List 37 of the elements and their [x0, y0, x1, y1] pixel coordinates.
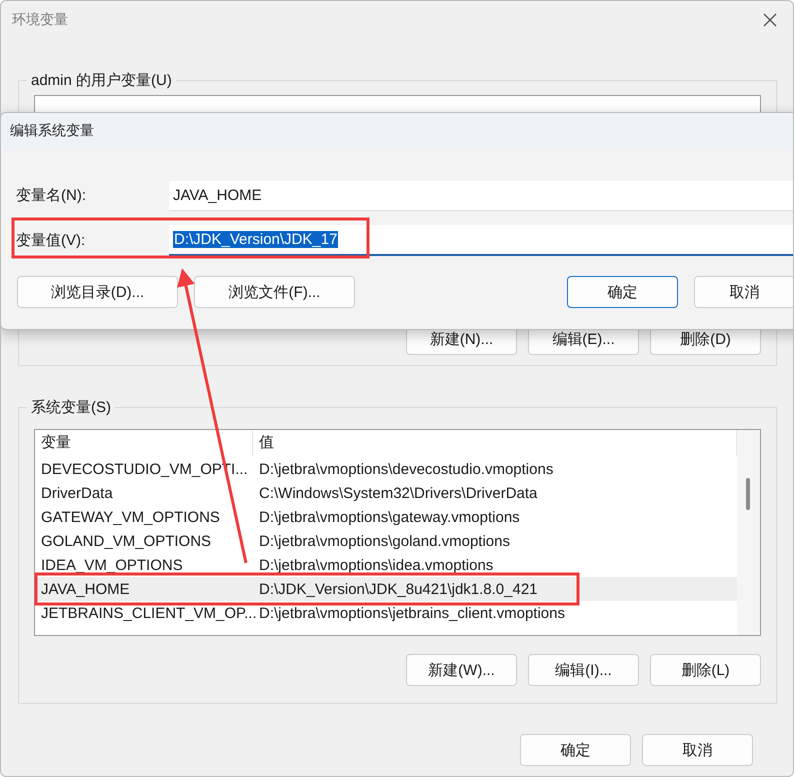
- button[interactable]: 浏览目录(D)...: [17, 276, 178, 308]
- table-row[interactable]: JETBRAINS_CLIENT_VM_OP...D:\jetbra\vmoptions\jetbrains_client.vmoptions: [35, 601, 737, 625]
- table-cell-text: GATEWAY_VM_OPTIONS: [40, 508, 221, 526]
- table-cell-text: DriverData: [40, 484, 114, 502]
- field-label: 变量名(N):: [15, 186, 87, 205]
- table-cell-text: D:\jetbra\vmoptions\jetbrains_client.vmoptions: [258, 604, 566, 622]
- selected-row[interactable]: JAVA_HOME D:\JDK_Version\JDK_8u421\jdk1.8.0_421: [35, 577, 737, 601]
- button[interactable]: 取消: [642, 734, 753, 766]
- table-row[interactable]: DriverData C:\Windows\System32\Drivers\DriverData: [35, 481, 737, 505]
- table-row[interactable]: IDEA_VM_OPTIONS D:\jetbra\vmoptions\idea.vmoptions: [35, 553, 737, 577]
- window-title: 环境变量: [12, 11, 68, 29]
- column-header[interactable]: 变量: [35, 430, 253, 456]
- input-field[interactable]: D:\JDK_Version\JDK_17: [169, 225, 793, 256]
- button[interactable]: 新建(W)...: [406, 654, 517, 686]
- button[interactable]: 编辑(I)...: [528, 654, 639, 686]
- table-cell-text: D:\jetbra\vmoptions\devecostudio.vmoptions: [258, 460, 554, 478]
- table-row[interactable]: GATEWAY_VM_OPTIONS D:\jetbra\vmoptions\gateway.vmoptions: [35, 505, 737, 529]
- table-cell-text: JAVA_HOME: [40, 580, 131, 598]
- button[interactable]: 浏览文件(F)...: [194, 276, 355, 308]
- table-cell-text: D:\jetbra\vmoptions\gateway.vmoptions: [258, 508, 521, 526]
- button[interactable]: 删除(L): [650, 654, 761, 686]
- table-cell-text: D:\jetbra\vmoptions\goland.vmoptions: [258, 532, 511, 550]
- button[interactable]: 确定: [520, 734, 631, 766]
- table-cell-text: C:\Windows\System32\Drivers\DriverData: [258, 484, 538, 502]
- table-cell-text: JETBRAINS_CLIENT_VM_OP...: [40, 604, 253, 622]
- table-row[interactable]: GOLAND_VM_OPTIONS D:\jetbra\vmoptions\goland.vmoptions: [35, 529, 737, 553]
- group-label: admin 的用户变量(U): [30, 71, 173, 90]
- table-cell-text: D:\JDK_Version\JDK_8u421\jdk1.8.0_421: [258, 580, 539, 598]
- field-label: 变量值(V):: [15, 231, 86, 250]
- button[interactable]: 取消: [694, 276, 793, 308]
- button[interactable]: 确定: [567, 276, 678, 308]
- table-cell-text: D:\jetbra\vmoptions\idea.vmoptions: [258, 556, 494, 574]
- dialog-title: 编辑系统变量: [10, 122, 94, 140]
- group-label: 系统变量(S): [30, 398, 112, 417]
- table-cell-text: GOLAND_VM_OPTIONS: [40, 532, 212, 550]
- input-field[interactable]: JAVA_HOME: [169, 180, 793, 210]
- table-cell-text: IDEA_VM_OPTIONS: [40, 556, 184, 574]
